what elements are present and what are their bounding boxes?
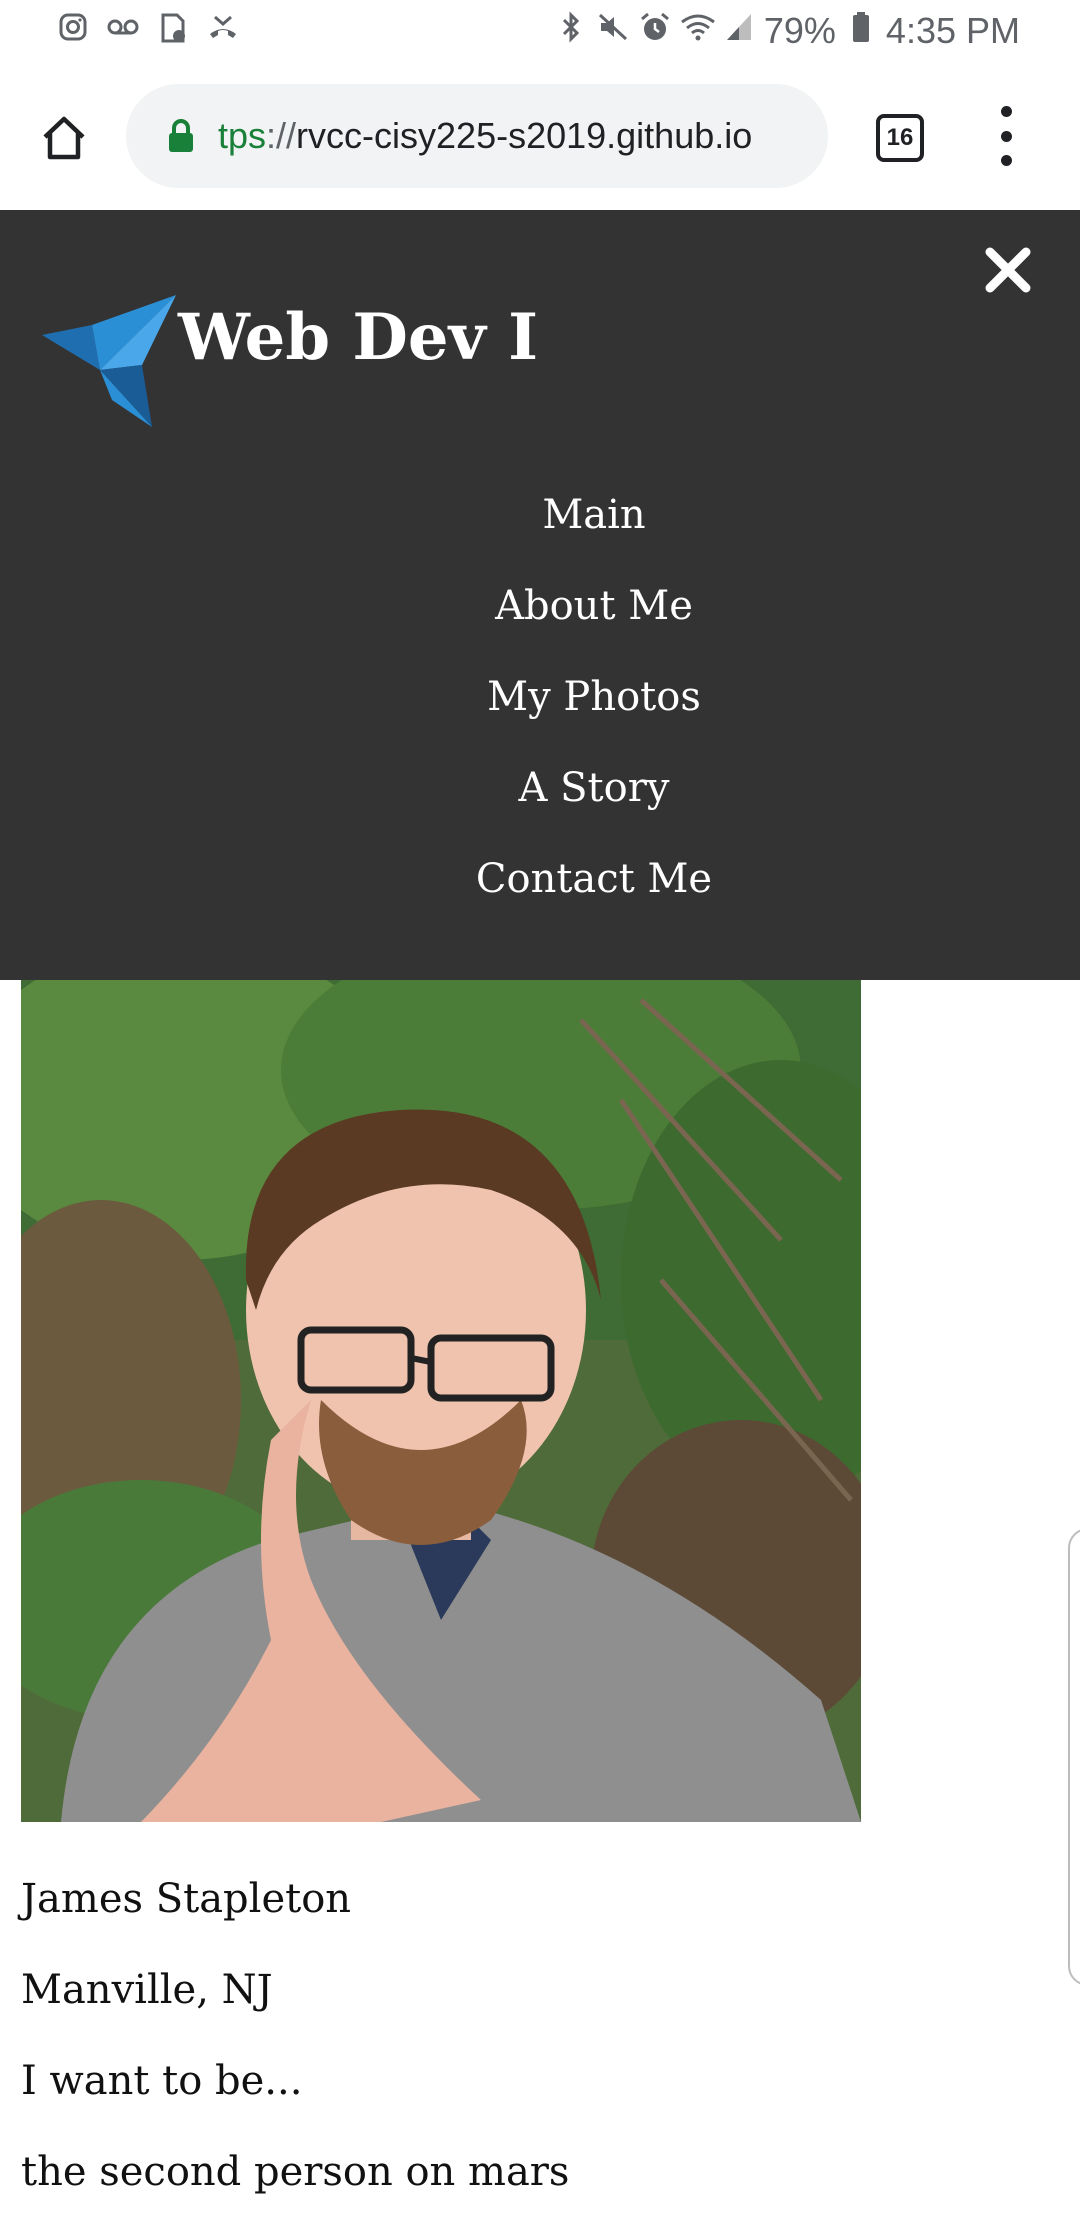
- site-nav-overlay: Web Dev I Main About Me My Photos A Stor…: [0, 210, 1080, 980]
- profile-aspiration-heading: I want to be...: [21, 2058, 303, 2104]
- nav-link-a-story[interactable]: A Story: [0, 743, 1080, 834]
- voicemail-icon: [106, 12, 140, 51]
- nav-link-main[interactable]: Main: [0, 470, 1080, 561]
- missed-call-icon: [206, 12, 240, 51]
- instagram-icon: [56, 12, 90, 51]
- site-nav-list: Main About Me My Photos A Story Contact …: [0, 470, 1080, 925]
- url-host: rvcc-cisy225-s2019.github.io: [296, 115, 753, 156]
- clock: 4:35 PM: [885, 10, 1020, 51]
- menu-dot-icon: [1000, 130, 1012, 142]
- nav-link-contact-me[interactable]: Contact Me: [0, 834, 1080, 925]
- tab-count: 16: [886, 124, 914, 151]
- battery-percent: 79%: [763, 10, 836, 51]
- profile-text: James Stapleton Manville, NJ I want to b…: [21, 1866, 569, 2230]
- cell-signal-icon: [722, 12, 756, 50]
- home-button[interactable]: [30, 104, 98, 172]
- address-bar[interactable]: tps://rvcc-cisy225-s2019.github.io: [126, 84, 828, 188]
- profile-location: Manville, NJ: [21, 1967, 273, 2013]
- site-title: Web Dev I: [178, 300, 539, 375]
- browser-toolbar: tps://rvcc-cisy225-s2019.github.io 16: [0, 62, 1080, 211]
- status-bar: 79% 4:35 PM: [0, 0, 1080, 62]
- alarm-icon: [638, 11, 672, 51]
- overflow-menu-button[interactable]: [986, 106, 1026, 166]
- battery-icon: [844, 11, 878, 51]
- menu-dot-icon: [1000, 155, 1012, 166]
- home-icon: [43, 116, 85, 160]
- close-icon[interactable]: [978, 240, 1038, 300]
- nav-link-my-photos[interactable]: My Photos: [0, 652, 1080, 743]
- bird-logo: [42, 295, 176, 427]
- profile-aspiration: the second person on mars: [21, 2149, 570, 2195]
- scrollbar-thumb[interactable]: [1068, 1528, 1080, 1986]
- lock-icon: [166, 118, 196, 154]
- status-left-icons: [56, 12, 240, 51]
- profile-name: James Stapleton: [21, 1876, 352, 1922]
- wifi-icon: [680, 12, 715, 50]
- url-scheme: tps: [218, 115, 267, 156]
- url-separator: ://: [266, 115, 297, 156]
- tab-switcher-button[interactable]: 16: [876, 114, 924, 162]
- status-right-icons: 79% 4:35 PM: [554, 10, 1020, 52]
- profile-photo: [21, 980, 861, 1822]
- bluetooth-icon: [554, 11, 588, 51]
- sim-card-icon: [156, 12, 190, 51]
- menu-dot-icon: [1000, 106, 1012, 117]
- nav-link-about-me[interactable]: About Me: [0, 561, 1080, 652]
- mute-icon: [596, 11, 630, 51]
